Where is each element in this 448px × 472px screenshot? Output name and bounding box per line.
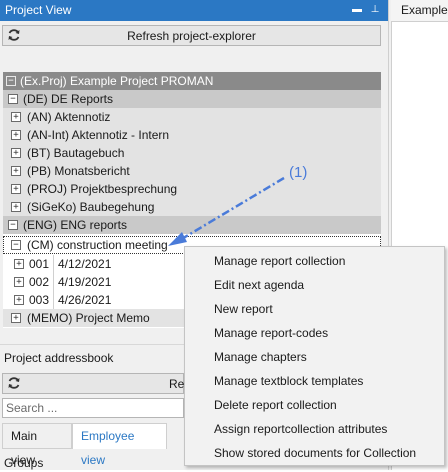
- expand-icon[interactable]: +: [11, 166, 21, 176]
- expand-icon[interactable]: +: [14, 295, 24, 305]
- tree-item-label: (PB) Monatsbericht: [27, 164, 130, 178]
- groups-label: Groups: [4, 456, 44, 470]
- menu-item-manage-report-codes[interactable]: Manage report-codes: [214, 322, 328, 344]
- expand-icon[interactable]: +: [11, 313, 21, 323]
- tree-item-label: (MEMO) Project Memo: [27, 311, 150, 325]
- collapse-icon[interactable]: −: [11, 240, 21, 250]
- annotation-line: [179, 176, 285, 242]
- expand-icon[interactable]: +: [11, 148, 21, 158]
- menu-item-delete-report-collection[interactable]: Delete report collection: [214, 394, 337, 416]
- tree-item-label: (Ex.Proj) Example Project PROMAN: [20, 74, 214, 88]
- tab-example-project[interactable]: Example Project: [391, 0, 448, 22]
- expand-icon[interactable]: +: [11, 112, 21, 122]
- expand-icon[interactable]: +: [11, 202, 21, 212]
- tree-item-label: (AN-Int) Aktennotiz - Intern: [27, 128, 170, 142]
- pin-icon[interactable]: ⊥: [368, 3, 382, 17]
- column-divider: [53, 255, 54, 309]
- tree-item-label: (BT) Bautagebuch: [27, 146, 125, 160]
- report-date: 4/12/2021: [58, 257, 112, 271]
- refresh-icon: [8, 377, 20, 389]
- tab-main-view[interactable]: Main view: [2, 423, 72, 467]
- menu-item-edit-next-agenda[interactable]: Edit next agenda: [214, 274, 304, 296]
- project-view-titlebar: Project View ▬ ⊥: [0, 0, 388, 21]
- tree-item-label: (SiGeKo) Baubegehung: [27, 200, 155, 214]
- expand-icon[interactable]: +: [11, 130, 21, 140]
- menu-item-assign-attributes[interactable]: Assign reportcollection attributes: [214, 418, 387, 440]
- collapse-icon[interactable]: −: [6, 76, 16, 86]
- tree-item-an[interactable]: + (AN) Aktennotiz: [3, 108, 381, 126]
- search-input[interactable]: Search ...: [2, 398, 184, 418]
- report-date: 4/19/2021: [58, 275, 112, 289]
- annotation-label: (1): [289, 164, 308, 181]
- report-number: 001: [29, 257, 50, 271]
- menu-item-manage-textblock-templates[interactable]: Manage textblock templates: [214, 370, 363, 392]
- tree-item-label: (CM) construction meeting: [27, 238, 168, 252]
- collapse-icon[interactable]: −: [8, 220, 18, 230]
- expand-icon[interactable]: +: [11, 184, 21, 194]
- report-number: 002: [29, 275, 50, 289]
- menu-item-show-stored-documents[interactable]: Show stored documents for Collection: [214, 442, 416, 464]
- tree-item-de-reports[interactable]: − (DE) DE Reports: [3, 90, 381, 108]
- minimize-icon[interactable]: ▬: [350, 3, 364, 17]
- tab-employee-view[interactable]: Employee view: [72, 423, 167, 467]
- tree-item-label: (ENG) ENG reports: [23, 218, 128, 232]
- refresh-addressbook-label: Re: [169, 377, 185, 391]
- tree-item-label: (DE) DE Reports: [23, 92, 114, 106]
- menu-item-manage-report-collection[interactable]: Manage report collection: [214, 250, 345, 272]
- refresh-button-label: Refresh project-explorer: [127, 29, 256, 43]
- expand-icon[interactable]: +: [14, 259, 24, 269]
- menu-item-new-report[interactable]: New report: [214, 298, 273, 320]
- expand-icon[interactable]: +: [14, 277, 24, 287]
- report-date: 4/26/2021: [58, 293, 112, 307]
- addressbook-title: Project addressbook: [4, 351, 114, 365]
- menu-item-manage-chapters[interactable]: Manage chapters: [214, 346, 307, 368]
- tree-item-an-int[interactable]: + (AN-Int) Aktennotiz - Intern: [3, 126, 381, 144]
- tree-item-example-project[interactable]: − (Ex.Proj) Example Project PROMAN: [3, 72, 381, 90]
- collapse-icon[interactable]: −: [8, 94, 18, 104]
- arrow-head-icon: [168, 232, 187, 246]
- tree-item-label: (PROJ) Projektbesprechung: [27, 182, 178, 196]
- report-number: 003: [29, 293, 50, 307]
- project-view-title: Project View: [5, 3, 72, 17]
- context-menu: Manage report collection Edit next agend…: [184, 246, 445, 466]
- refresh-addressbook-button[interactable]: Re: [2, 373, 184, 394]
- tree-item-label: (AN) Aktennotiz: [27, 110, 111, 124]
- refresh-project-explorer-button[interactable]: Refresh project-explorer: [2, 25, 381, 46]
